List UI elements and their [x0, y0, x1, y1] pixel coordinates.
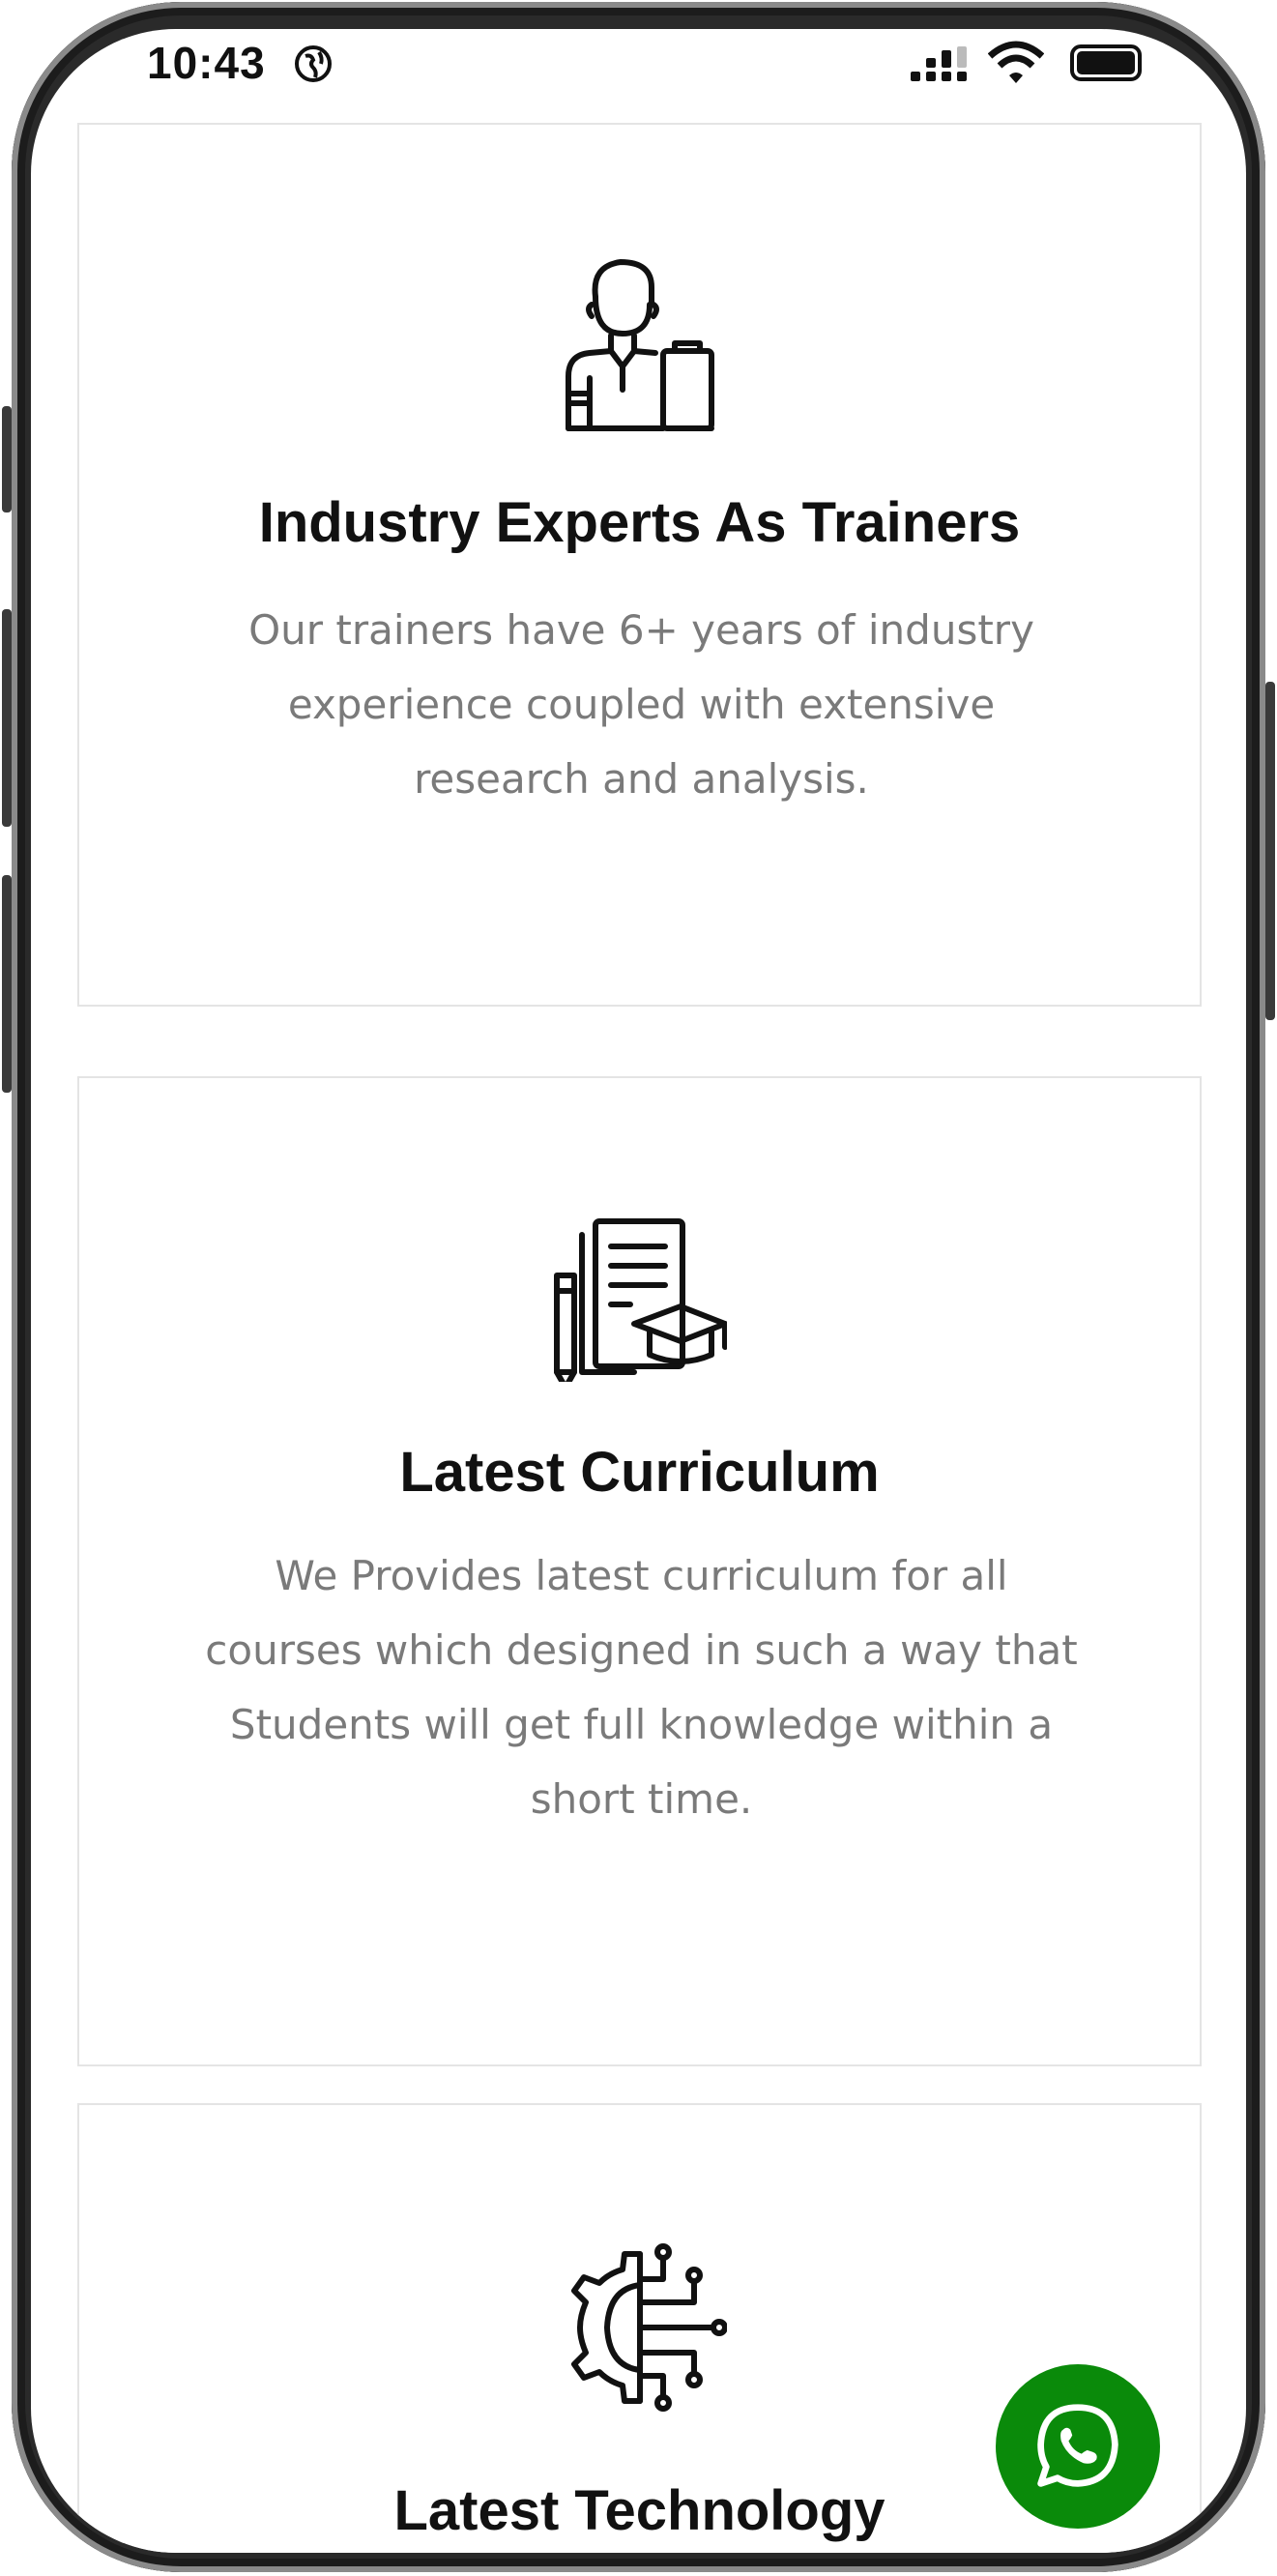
- card-description: We Provides latest curriculum for all co…: [205, 1552, 1078, 1823]
- battery-icon: [1070, 44, 1142, 81]
- phone-power-button: [1265, 682, 1275, 1020]
- status-bar: 10:43: [31, 29, 1246, 97]
- curriculum-icon: [553, 1218, 727, 1382]
- whatsapp-chat-button[interactable]: [996, 2364, 1160, 2529]
- technology-gear-icon: [570, 2243, 727, 2412]
- phone-volume-up-button: [2, 609, 12, 827]
- status-time: 10:43: [147, 38, 266, 88]
- whatsapp-icon: [1037, 2404, 1118, 2487]
- feature-card-curriculum: Latest Curriculum We Provides latest cur…: [77, 1076, 1202, 2066]
- card-title: Industry Experts As Trainers: [258, 491, 1021, 554]
- phone-volume-down-button: [2, 875, 12, 1093]
- feature-card-trainers: Industry Experts As Trainers Our trainer…: [77, 123, 1202, 1007]
- globe-icon: [295, 45, 332, 82]
- wifi-icon: [988, 41, 1044, 83]
- signal-icon: [911, 46, 967, 81]
- card-description: Our trainers have 6+ years of industry e…: [248, 606, 1034, 803]
- phone-screen: 10:43 Industry Experts As Trainers Our t…: [31, 29, 1246, 2553]
- phone-side-button: [2, 406, 12, 512]
- card-title: Latest Curriculum: [399, 1441, 880, 1504]
- trainer-icon: [565, 259, 714, 431]
